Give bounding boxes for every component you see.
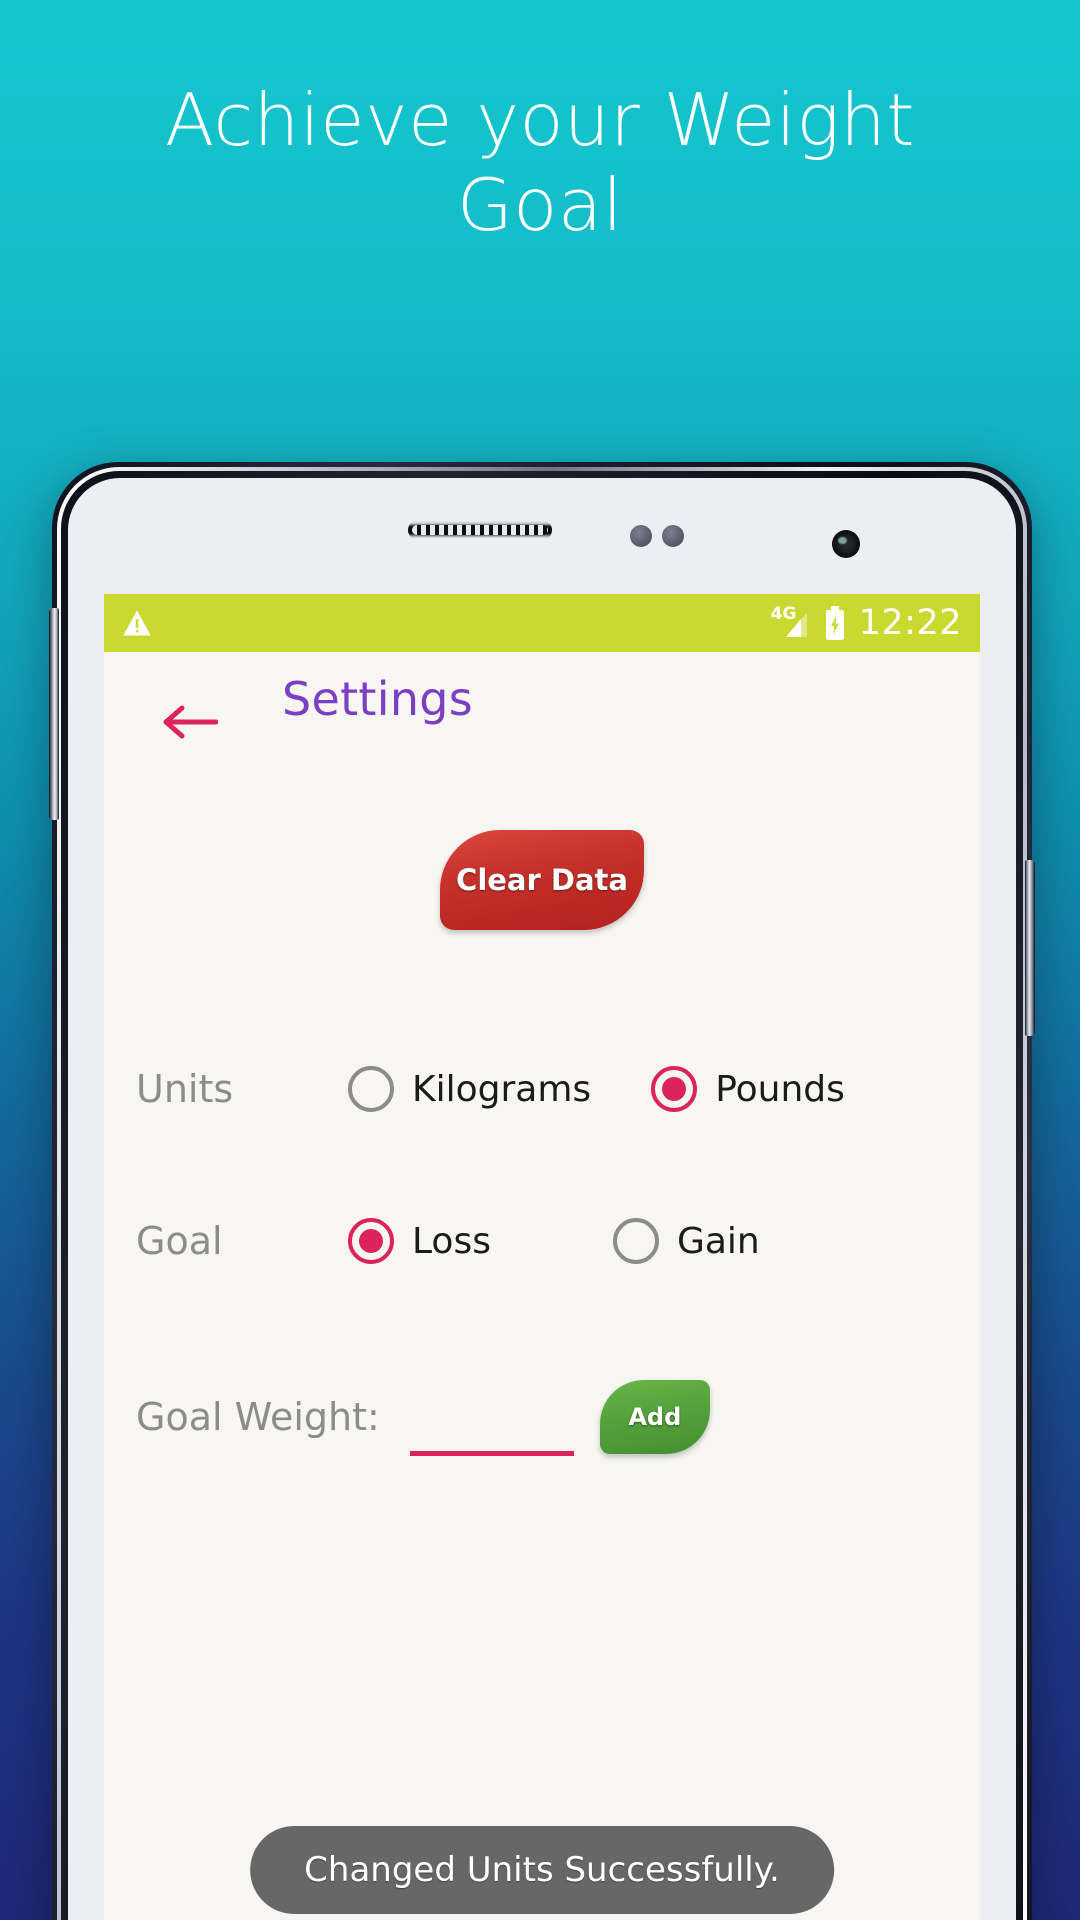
signal-bars-icon: 4G	[771, 606, 811, 639]
goal-weight-label: Goal Weight:	[136, 1395, 380, 1439]
radio-loss-label: Loss	[412, 1220, 491, 1262]
goal-weight-row: Goal Weight: Add	[104, 1362, 980, 1472]
radio-kilograms-label: Kilograms	[412, 1068, 592, 1110]
promo-headline: Achieve your Weight Goal	[165, 78, 915, 247]
goal-weight-input[interactable]	[409, 1404, 574, 1456]
proximity-sensor-icon	[630, 525, 652, 547]
warning-triangle-icon	[123, 610, 151, 636]
app-header: Settings	[104, 652, 980, 758]
add-goal-weight-button[interactable]: Add	[599, 1380, 710, 1454]
speaker-grille-icon	[408, 520, 552, 540]
settings-rows: Units Kilograms Pounds Goal Loss Gain Go…	[104, 1034, 980, 1472]
page-title: Settings	[282, 672, 474, 726]
clear-data-button[interactable]: Clear Data	[440, 830, 644, 930]
radio-gain-label: Gain	[676, 1220, 760, 1262]
radio-option-pounds[interactable]: Pounds	[651, 1066, 845, 1112]
units-row: Units Kilograms Pounds	[104, 1034, 980, 1144]
radio-option-loss[interactable]: Loss	[348, 1218, 491, 1264]
goal-weight-field-wrap	[409, 1404, 574, 1456]
phone-sensor-row	[68, 514, 1016, 558]
toast-message: Changed Units Successfully.	[250, 1826, 834, 1914]
goal-row: Goal Loss Gain	[104, 1186, 980, 1296]
status-bar-left	[122, 609, 771, 637]
radio-option-kilograms[interactable]: Kilograms	[348, 1066, 591, 1112]
volume-rocker-button[interactable]	[49, 608, 59, 820]
front-camera-icon	[832, 530, 860, 558]
radio-gain-icon[interactable]	[612, 1218, 659, 1264]
app-screen: 4G 12:22 Settings Clear Data Units Kilog…	[104, 594, 980, 1920]
radio-option-gain[interactable]: Gain	[612, 1218, 760, 1264]
status-bar-clock: 12:22	[858, 602, 962, 643]
phone-mockup: 4G 12:22 Settings Clear Data Units Kilog…	[49, 462, 1035, 1920]
status-bar: 4G 12:22	[104, 594, 980, 652]
radio-loss-icon[interactable]	[348, 1218, 394, 1264]
light-sensor-icon	[662, 525, 684, 547]
goal-label: Goal	[136, 1219, 223, 1263]
power-button[interactable]	[1025, 860, 1035, 1036]
units-label: Units	[136, 1067, 234, 1111]
clear-data-row: Clear Data	[104, 830, 980, 930]
status-bar-right: 4G 12:22	[771, 602, 962, 643]
radio-kilograms-icon[interactable]	[348, 1066, 394, 1112]
phone-front-face: 4G 12:22 Settings Clear Data Units Kilog…	[68, 478, 1016, 1920]
radio-pounds-icon[interactable]	[651, 1066, 698, 1112]
back-arrow-icon[interactable]	[162, 704, 218, 740]
battery-charging-icon	[825, 606, 844, 640]
radio-pounds-label: Pounds	[715, 1068, 845, 1110]
promo-background: Achieve your Weight Goal 4G 12:22 Settin…	[0, 0, 1080, 1920]
